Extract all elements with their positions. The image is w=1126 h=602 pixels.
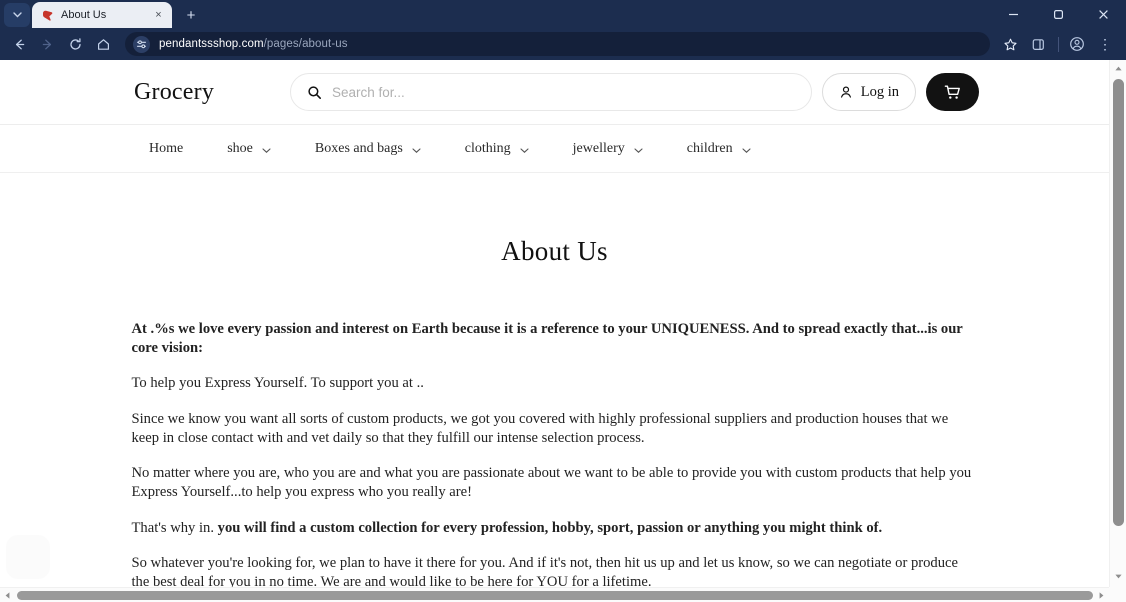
bookmark-button[interactable] (997, 31, 1023, 57)
main-navigation: Home shoe Boxes and bags clothing jewell… (0, 125, 1109, 173)
close-icon (1099, 9, 1108, 19)
scroll-down-button[interactable] (1110, 568, 1126, 585)
window-close-button[interactable] (1081, 0, 1126, 28)
chat-widget[interactable] (6, 535, 50, 579)
browser-window: About Us × + pendantssshop.com/pages/abo… (0, 0, 1126, 602)
browser-tab-about-us[interactable]: About Us × (32, 2, 172, 28)
nav-item-label: jewellery (572, 140, 625, 156)
split-view-button[interactable] (1025, 31, 1051, 57)
toolbar-separator (1058, 36, 1059, 52)
minimize-icon (1009, 13, 1018, 15)
forward-button[interactable] (34, 31, 60, 57)
login-button[interactable]: Log in (821, 73, 916, 111)
about-article: At .%s we love every passion and interes… (132, 267, 978, 587)
reload-button[interactable] (62, 31, 88, 57)
cart-icon (944, 85, 960, 99)
nav-item-children[interactable]: children (687, 141, 751, 157)
arrow-left-icon (15, 39, 24, 49)
nav-item-label: Home (149, 140, 184, 156)
triangle-left-icon (5, 592, 10, 599)
home-icon (97, 38, 109, 50)
triangle-up-icon (1115, 66, 1122, 71)
scrollbar-corner (1109, 587, 1126, 602)
scroll-right-button[interactable] (1094, 588, 1109, 602)
page-content: About Us At .%s we love every passion an… (0, 236, 1109, 587)
triangle-down-icon (1115, 574, 1122, 579)
page-viewport: Grocery Search for... Log in Home shoe B… (0, 60, 1126, 602)
paragraph: At .%s we love every passion and interes… (131, 321, 963, 356)
nav-item-home[interactable]: Home (149, 141, 183, 157)
tune-icon (136, 39, 147, 48)
paragraph-mixed: That's why in. you will find a custom co… (132, 519, 978, 538)
reload-icon (69, 37, 81, 50)
nav-item-label: Boxes and bags (314, 140, 403, 156)
search-box[interactable] (290, 73, 812, 111)
paragraph: So whatever you're looking for, we plan … (131, 555, 958, 587)
split-view-icon (1032, 38, 1044, 50)
site-logo[interactable]: Grocery (134, 79, 290, 106)
triangle-right-icon (1099, 592, 1104, 599)
url-domain: pendantssshop.com (159, 38, 264, 50)
login-button-label: Log in (860, 83, 899, 100)
chevron-down-icon (412, 144, 421, 153)
nav-item-boxes-and-bags[interactable]: Boxes and bags (315, 141, 421, 157)
nav-item-clothing[interactable]: clothing (465, 141, 529, 157)
chevron-down-icon (742, 144, 751, 153)
scroll-up-button[interactable] (1110, 60, 1126, 77)
user-icon (839, 85, 853, 99)
star-icon (1003, 38, 1017, 50)
browser-toolbar: pendantssshop.com/pages/about-us ⋮ (0, 28, 1126, 60)
home-button[interactable] (90, 31, 116, 57)
address-bar[interactable]: pendantssshop.com/pages/about-us (125, 32, 990, 56)
url-path: /pages/about-us (263, 38, 348, 50)
site-favicon-icon (40, 8, 54, 22)
toolbar-actions: ⋮ (997, 31, 1120, 57)
window-controls (991, 0, 1126, 28)
search-input[interactable] (332, 84, 795, 100)
nav-item-label: children (686, 140, 733, 156)
header-actions: Log in (821, 73, 979, 111)
chevron-down-icon (12, 12, 22, 18)
window-maximize-button[interactable] (1036, 0, 1081, 28)
paragraph-emphasis: you will find a custom collection for ev… (217, 519, 883, 536)
vertical-scrollbar[interactable] (1109, 60, 1126, 602)
new-tab-button[interactable]: + (178, 3, 204, 27)
tab-title: About Us (61, 9, 107, 21)
back-button[interactable] (6, 31, 32, 57)
chevron-down-icon (520, 144, 529, 153)
paragraph: No matter where you are, who you are and… (131, 465, 972, 501)
maximize-icon (1054, 9, 1064, 19)
scroll-left-button[interactable] (0, 588, 15, 602)
page-title: About Us (501, 236, 608, 266)
vertical-scrollbar-thumb[interactable] (1113, 79, 1124, 526)
horizontal-scrollbar-thumb[interactable] (17, 591, 1093, 600)
chevron-down-icon (262, 144, 271, 153)
paragraph: To help you Express Yourself. To support… (131, 375, 424, 392)
search-icon (307, 85, 322, 100)
horizontal-scrollbar[interactable] (0, 587, 1126, 602)
tab-close-icon[interactable]: × (151, 8, 166, 23)
nav-item-shoe[interactable]: shoe (227, 141, 271, 157)
chevron-down-icon (634, 144, 643, 153)
browser-menu-button[interactable]: ⋮ (1092, 31, 1118, 57)
profile-icon (1070, 37, 1084, 51)
paragraph-lead: That's why in. (131, 519, 218, 536)
profile-button[interactable] (1064, 31, 1090, 57)
cart-button[interactable] (926, 73, 979, 111)
tab-strip: About Us × + (0, 0, 1126, 28)
url-text: pendantssshop.com/pages/about-us (159, 38, 348, 50)
tab-search-chevron-icon[interactable] (4, 3, 30, 27)
web-page: Grocery Search for... Log in Home shoe B… (0, 60, 1109, 587)
arrow-right-icon (42, 39, 51, 49)
nav-item-label: shoe (227, 140, 253, 156)
window-minimize-button[interactable] (991, 0, 1036, 28)
site-settings-icon[interactable] (133, 35, 150, 53)
nav-item-jewellery[interactable]: jewellery (573, 141, 643, 157)
paragraph: Since we know you want all sorts of cust… (131, 411, 949, 446)
site-header: Grocery Search for... Log in (0, 60, 1109, 124)
nav-item-label: clothing (464, 140, 511, 156)
